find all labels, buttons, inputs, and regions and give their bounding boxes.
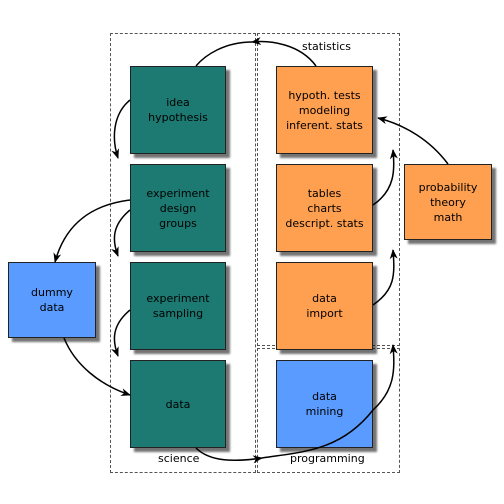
arrow-prob-to-tests [377,116,449,165]
arrow-mining-bottom [261,409,374,459]
arrow-tests-to-idea [251,37,317,67]
arrows-layer [53,37,449,464]
arrow-mining-to-import [372,344,398,411]
arrow-design-to-sampling [111,209,131,257]
arrow-idea-to-design [111,99,131,159]
arrow-sampling-to-data [111,309,131,357]
arrow-dummy-to-data [63,337,131,396]
arrow-tables-to-tests [372,149,398,206]
arrow-design-to-dummy [53,199,131,263]
arrow-idea-top [195,41,253,67]
arrow-import-to-tables [372,249,398,306]
arrow-data-to-mining [195,447,263,464]
